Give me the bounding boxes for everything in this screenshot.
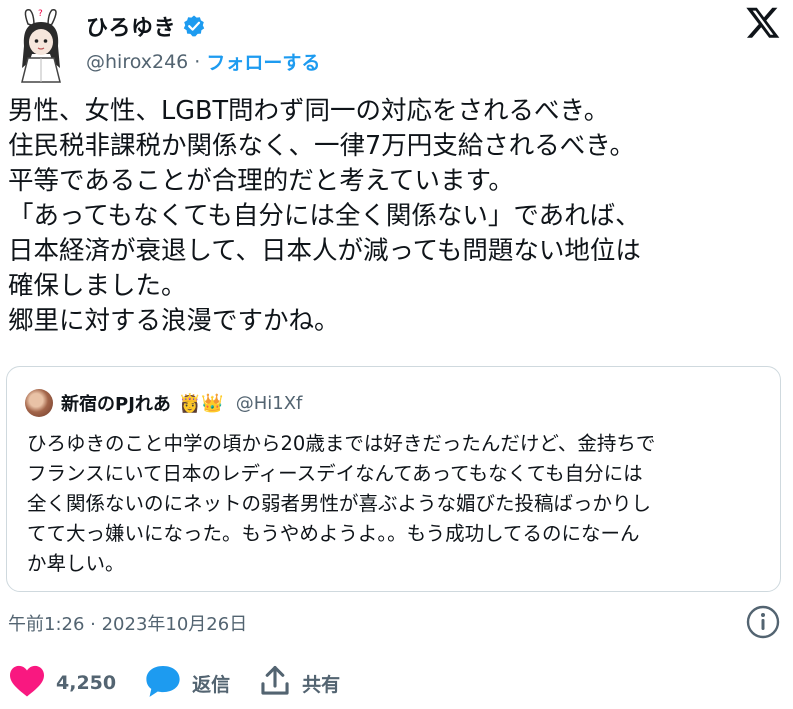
share-button[interactable]: 共有 xyxy=(258,664,340,702)
svg-text:?: ? xyxy=(38,9,43,19)
quoted-tweet[interactable]: 新宿のPJれあ 👸👑 @Hi1Xf ひろゆきのこと中学の頃から20歳までは好きだ… xyxy=(6,366,781,592)
handle-row: @hirox246 · フォローする xyxy=(86,48,320,75)
share-label: 共有 xyxy=(302,673,341,696)
quoted-name-emoji: 👸👑 xyxy=(178,392,224,414)
follow-button[interactable]: フォローする xyxy=(206,48,320,75)
tweet-text: 男性、女性、LGBT問わず同一の対応をされるべき。 住民税非課税か関係なく、一律… xyxy=(8,96,641,336)
quoted-tweet-header: 新宿のPJれあ 👸👑 @Hi1Xf xyxy=(25,389,302,417)
tweet-card: ? ひろゆき @hirox246 · フォローする 男性、女性、LGBT問わず同… xyxy=(0,0,793,709)
like-count: 4,250 xyxy=(56,672,117,694)
info-icon[interactable] xyxy=(745,604,781,640)
quoted-display-name: 新宿のPJれあ xyxy=(61,394,171,415)
separator: · xyxy=(194,50,201,73)
like-button[interactable]: 4,250 xyxy=(8,664,116,702)
heart-icon xyxy=(8,664,46,702)
author-name-row: ひろゆき xyxy=(86,10,206,42)
verified-badge-icon xyxy=(182,14,206,38)
handle[interactable]: @hirox246 xyxy=(86,51,188,73)
reply-button[interactable]: 返信 xyxy=(144,663,230,703)
quoted-tweet-text: ひろゆきのこと中学の頃から20歳までは好きだったんだけど、金持ちで フランスにい… xyxy=(27,432,656,575)
reply-icon xyxy=(144,663,182,703)
reply-label: 返信 xyxy=(192,673,231,696)
x-logo-icon[interactable] xyxy=(745,4,781,40)
display-name[interactable]: ひろゆき xyxy=(86,10,176,42)
share-icon xyxy=(258,664,292,702)
action-bar: 4,250 返信 共有 xyxy=(8,660,368,706)
quoted-handle: @Hi1Xf xyxy=(235,392,303,414)
avatar[interactable]: ? xyxy=(8,6,74,84)
timestamp[interactable]: 午前1:26 · 2023年10月26日 xyxy=(8,610,247,636)
quoted-avatar xyxy=(25,389,53,417)
